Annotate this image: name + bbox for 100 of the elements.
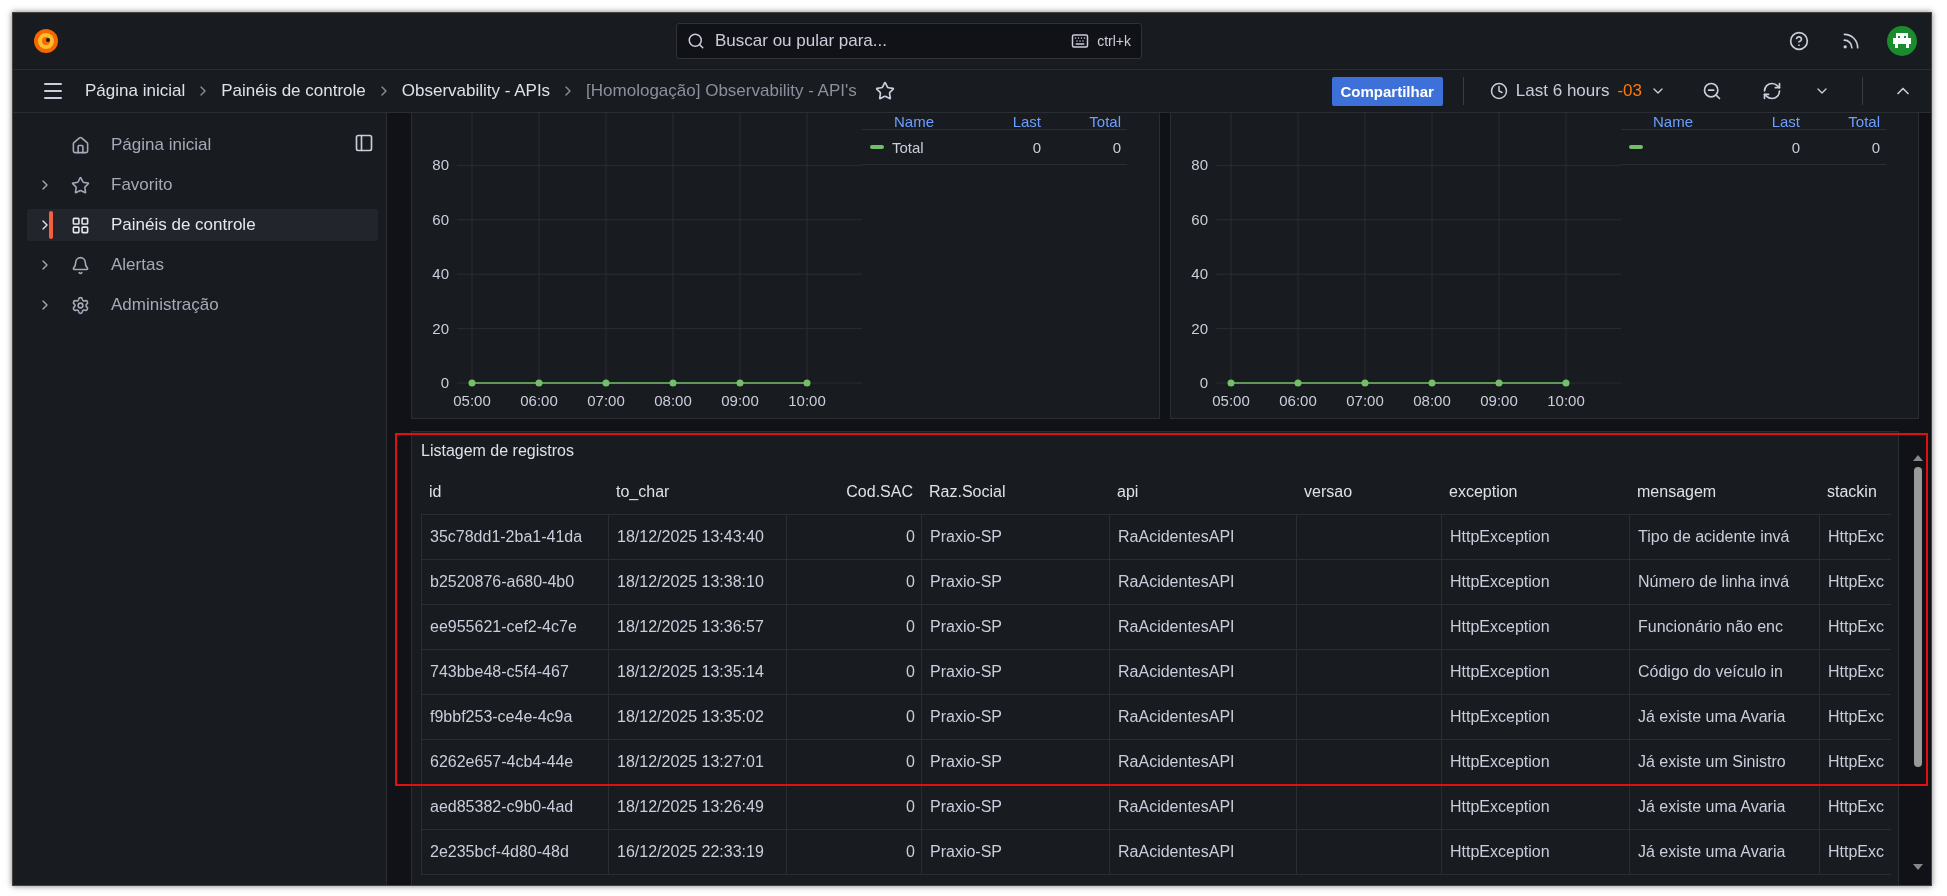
table-cell: RaAcidentesAPI: [1109, 650, 1296, 695]
breadcrumb-link[interactable]: [Homologação] Observability - API's: [586, 81, 857, 101]
axis-label: 05:00: [1212, 392, 1250, 409]
table-cell: f9bbf253-ce4e-4c9a: [421, 695, 608, 740]
legend-header[interactable]: Last: [967, 114, 1047, 129]
axis-label: 07:00: [1346, 392, 1384, 409]
data-point: [1428, 379, 1436, 387]
data-point: [535, 379, 543, 387]
axis-label: 60: [432, 210, 449, 228]
column-header[interactable]: stackin: [1819, 470, 1891, 515]
table-cell: Praxio-SP: [921, 515, 1109, 560]
table-cell: 18/12/2025 13:38:10: [608, 560, 786, 605]
table-cell: RaAcidentesAPI: [1109, 605, 1296, 650]
series-name[interactable]: Total: [892, 138, 924, 156]
data-point: [803, 379, 811, 387]
table-cell: Praxio-SP: [921, 785, 1109, 830]
table-cell: HttpExc: [1819, 695, 1891, 740]
table-cell: Já existe um Sinistro: [1629, 740, 1819, 785]
table-cell: HttpExc: [1819, 515, 1891, 560]
table-cell: RaAcidentesAPI: [1109, 695, 1296, 740]
breadcrumb-link[interactable]: Observability - APIs: [401, 81, 551, 101]
legend-value: 0: [1870, 138, 1881, 156]
axis-label: 0: [1199, 374, 1208, 391]
table-cell: Tipo de acidente invá: [1629, 515, 1819, 560]
table-cell: 0: [786, 830, 921, 875]
legend-header[interactable]: Name: [1621, 114, 1726, 129]
table-cell: RaAcidentesAPI: [1109, 830, 1296, 875]
search-bar[interactable]: Buscar ou pular para... ctrl+k: [676, 23, 1142, 59]
dock-icon[interactable]: [354, 133, 374, 153]
axis-label: 05:00: [453, 392, 491, 409]
clock-icon: [1489, 82, 1508, 100]
share-button[interactable]: Compartilhar: [1331, 76, 1443, 106]
table-cell: HttpExc: [1819, 830, 1891, 875]
search-icon: [687, 32, 705, 50]
table-cell: Já existe uma Avaria: [1629, 830, 1819, 875]
table-cell: HttpExc: [1819, 740, 1891, 785]
table-cell: HttpExc: [1819, 560, 1891, 605]
table-cell: Praxio-SP: [921, 605, 1109, 650]
sidebar-item[interactable]: Favorito: [27, 169, 378, 201]
column-header[interactable]: id: [421, 470, 608, 515]
column-header[interactable]: exception: [1441, 470, 1629, 515]
breadcrumb-link[interactable]: Painéis de controle: [221, 81, 366, 101]
legend-value: 0: [1031, 138, 1042, 156]
data-point: [468, 379, 476, 387]
axis-label: 10:00: [788, 392, 826, 409]
data-point: [1361, 379, 1369, 387]
avatar-icon[interactable]: [1887, 26, 1917, 56]
search-field[interactable]: Buscar ou pular para...: [713, 30, 1064, 52]
table-cell: 18/12/2025 13:35:02: [608, 695, 786, 740]
sidebar-item[interactable]: Página inicial: [27, 129, 378, 161]
table-cell: 0: [786, 650, 921, 695]
nav-icon: [71, 135, 90, 155]
sidebar-item[interactable]: Alertas: [27, 249, 378, 281]
time-range-picker[interactable]: Last 6 hours -03: [1483, 77, 1672, 105]
table-cell: HttpExc: [1819, 650, 1891, 695]
data-point: [1495, 379, 1503, 387]
table-cell: Praxio-SP: [921, 695, 1109, 740]
data-point: [1294, 379, 1302, 387]
table-cell: RaAcidentesAPI: [1109, 560, 1296, 605]
sidebar-item[interactable]: Administração: [27, 289, 378, 321]
table-cell: HttpException: [1441, 695, 1629, 740]
column-header[interactable]: Cod.SAC: [786, 470, 921, 515]
table-cell: HttpException: [1441, 560, 1629, 605]
table-cell: HttpException: [1441, 740, 1629, 785]
table-cell: 0: [786, 785, 921, 830]
data-point: [1227, 379, 1235, 387]
axis-label: 40: [432, 265, 449, 283]
panel-title: Listagem de registros: [421, 441, 575, 461]
axis-label: 06:00: [1279, 392, 1317, 409]
column-header[interactable]: mensagem: [1629, 470, 1819, 515]
table-cell: 2e235bcf-4d80-48d: [421, 830, 608, 875]
table-cell: 743bbe48-c5f4-467: [421, 650, 608, 695]
nav-icon: [71, 255, 90, 275]
column-header[interactable]: Raz.Social: [921, 470, 1109, 515]
column-header[interactable]: versao: [1296, 470, 1441, 515]
axis-label: 08:00: [654, 392, 692, 409]
table-cell: Número de linha invá: [1629, 560, 1819, 605]
legend-header[interactable]: Name: [862, 114, 967, 129]
table-cell: Já existe uma Avaria: [1629, 695, 1819, 740]
table-cell: aed85382-c9b0-4ad: [421, 785, 608, 830]
axis-label: 06:00: [520, 392, 558, 409]
nav-icon: [71, 295, 90, 315]
legend-header[interactable]: Total: [1047, 114, 1127, 129]
data-point: [1562, 379, 1570, 387]
sidebar-item[interactable]: Painéis de controle: [27, 209, 378, 241]
axis-label: 0: [440, 374, 449, 391]
table-cell: HttpExc: [1819, 785, 1891, 830]
data-point: [602, 379, 610, 387]
axis-label: 10:00: [1547, 392, 1585, 409]
table-cell: HttpException: [1441, 650, 1629, 695]
legend-header[interactable]: Last: [1726, 114, 1806, 129]
logo-icon: [31, 26, 61, 56]
breadcrumb-link[interactable]: Página inicial: [85, 81, 186, 101]
column-header[interactable]: to_char: [608, 470, 786, 515]
table-cell: Praxio-SP: [921, 650, 1109, 695]
legend-header[interactable]: Total: [1806, 114, 1886, 129]
column-header[interactable]: api: [1109, 470, 1296, 515]
axis-label: 80: [1191, 156, 1208, 174]
table-cell: 35c78dd1-2ba1-41da: [421, 515, 608, 560]
table-cell: HttpException: [1441, 515, 1629, 560]
